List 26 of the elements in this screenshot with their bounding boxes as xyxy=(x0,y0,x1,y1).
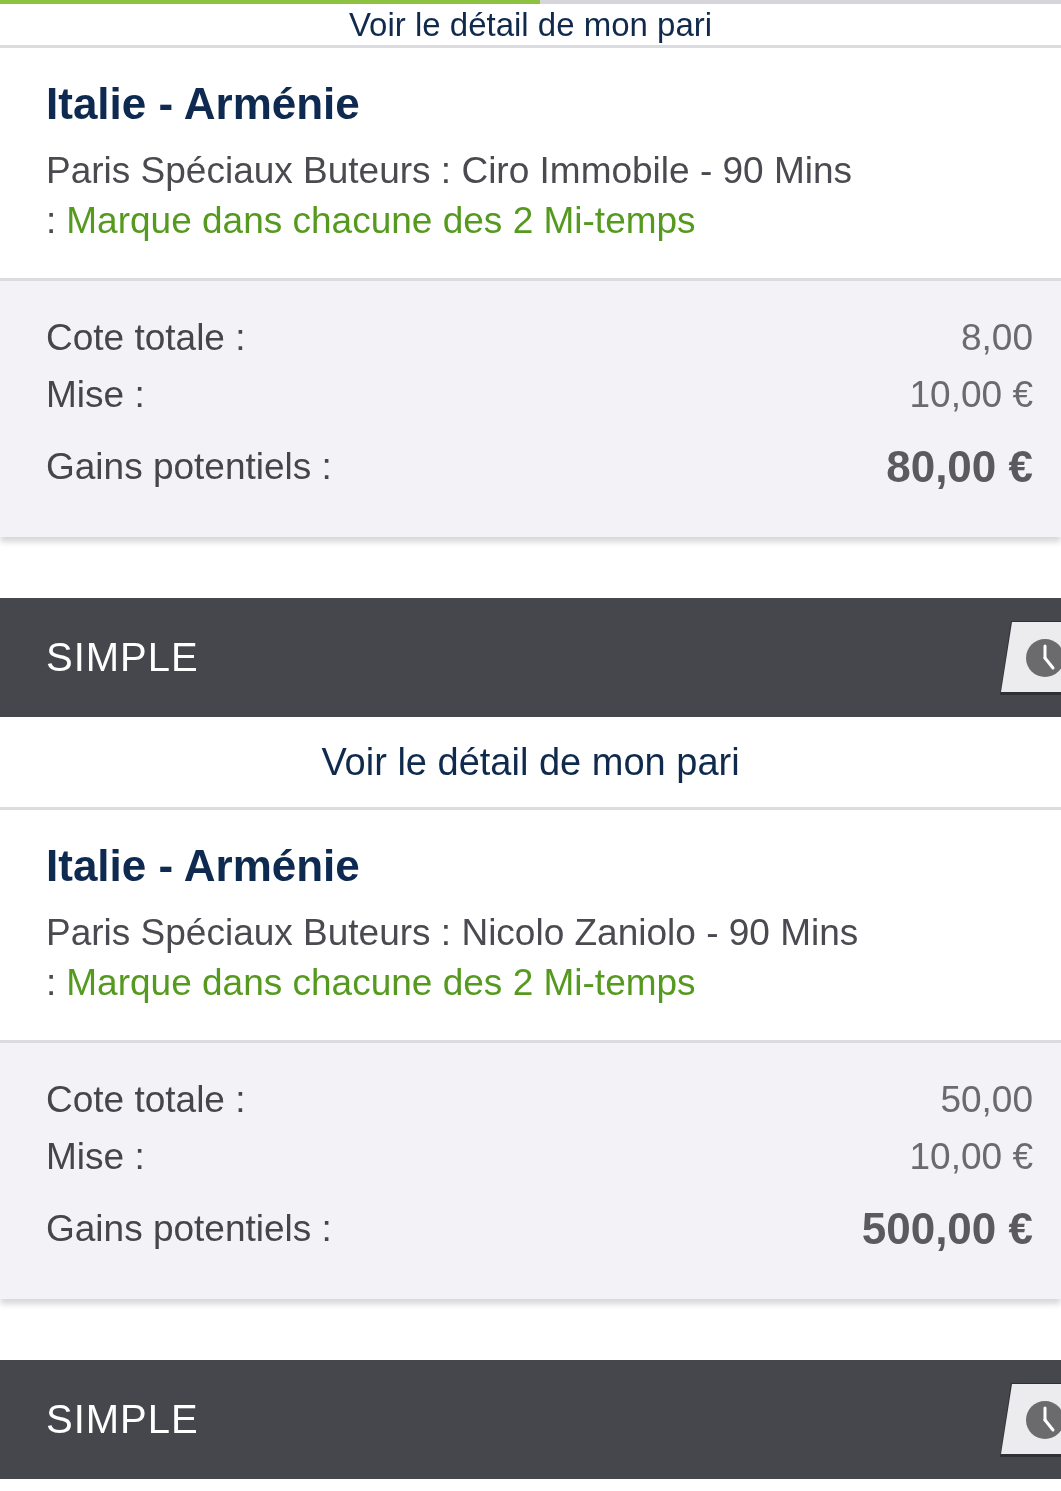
total-value: 500,00 € xyxy=(861,1204,1033,1254)
match-title: Italie - Arménie xyxy=(46,78,360,130)
market-text: Paris Spéciaux Buteurs : Ciro Immobile - 90 Mins xyxy=(46,149,853,193)
summary-label: Cote totale : xyxy=(46,316,246,359)
match-title: Italie - Arménie xyxy=(46,840,360,892)
summary-label: Gains potentiels : xyxy=(46,1208,332,1250)
summary-value: 50,00 xyxy=(940,1078,1033,1121)
summary-value: 10,00 € xyxy=(909,373,1033,416)
summary-label: Mise : xyxy=(46,1135,145,1178)
separator-text: : xyxy=(46,199,57,243)
detail-link[interactable]: Voir le détail de mon pari xyxy=(348,4,713,45)
separator-text: : xyxy=(46,961,57,1005)
total-value: 80,00 € xyxy=(886,442,1033,492)
bet-type-text: SIMPLE xyxy=(46,635,199,680)
summary-value: 8,00 xyxy=(961,316,1033,359)
summary-label: Mise : xyxy=(46,373,145,416)
clock-icon xyxy=(1000,1382,1061,1457)
bet-type-text: SIMPLE xyxy=(46,1397,199,1442)
selection-text: Marque dans chacune des 2 Mi-temps xyxy=(66,961,696,1005)
market-text: Paris Spéciaux Buteurs : Nicolo Zaniolo - 90 Mins xyxy=(46,911,859,955)
detail-link[interactable]: Voir le détail de mon pari xyxy=(321,739,740,785)
clock-icon xyxy=(1000,620,1061,695)
selection-text: Marque dans chacune des 2 Mi-temps xyxy=(66,199,696,243)
summary-value: 10,00 € xyxy=(909,1135,1033,1178)
summary-label: Gains potentiels : xyxy=(46,446,332,488)
summary-label: Cote totale : xyxy=(46,1078,246,1121)
